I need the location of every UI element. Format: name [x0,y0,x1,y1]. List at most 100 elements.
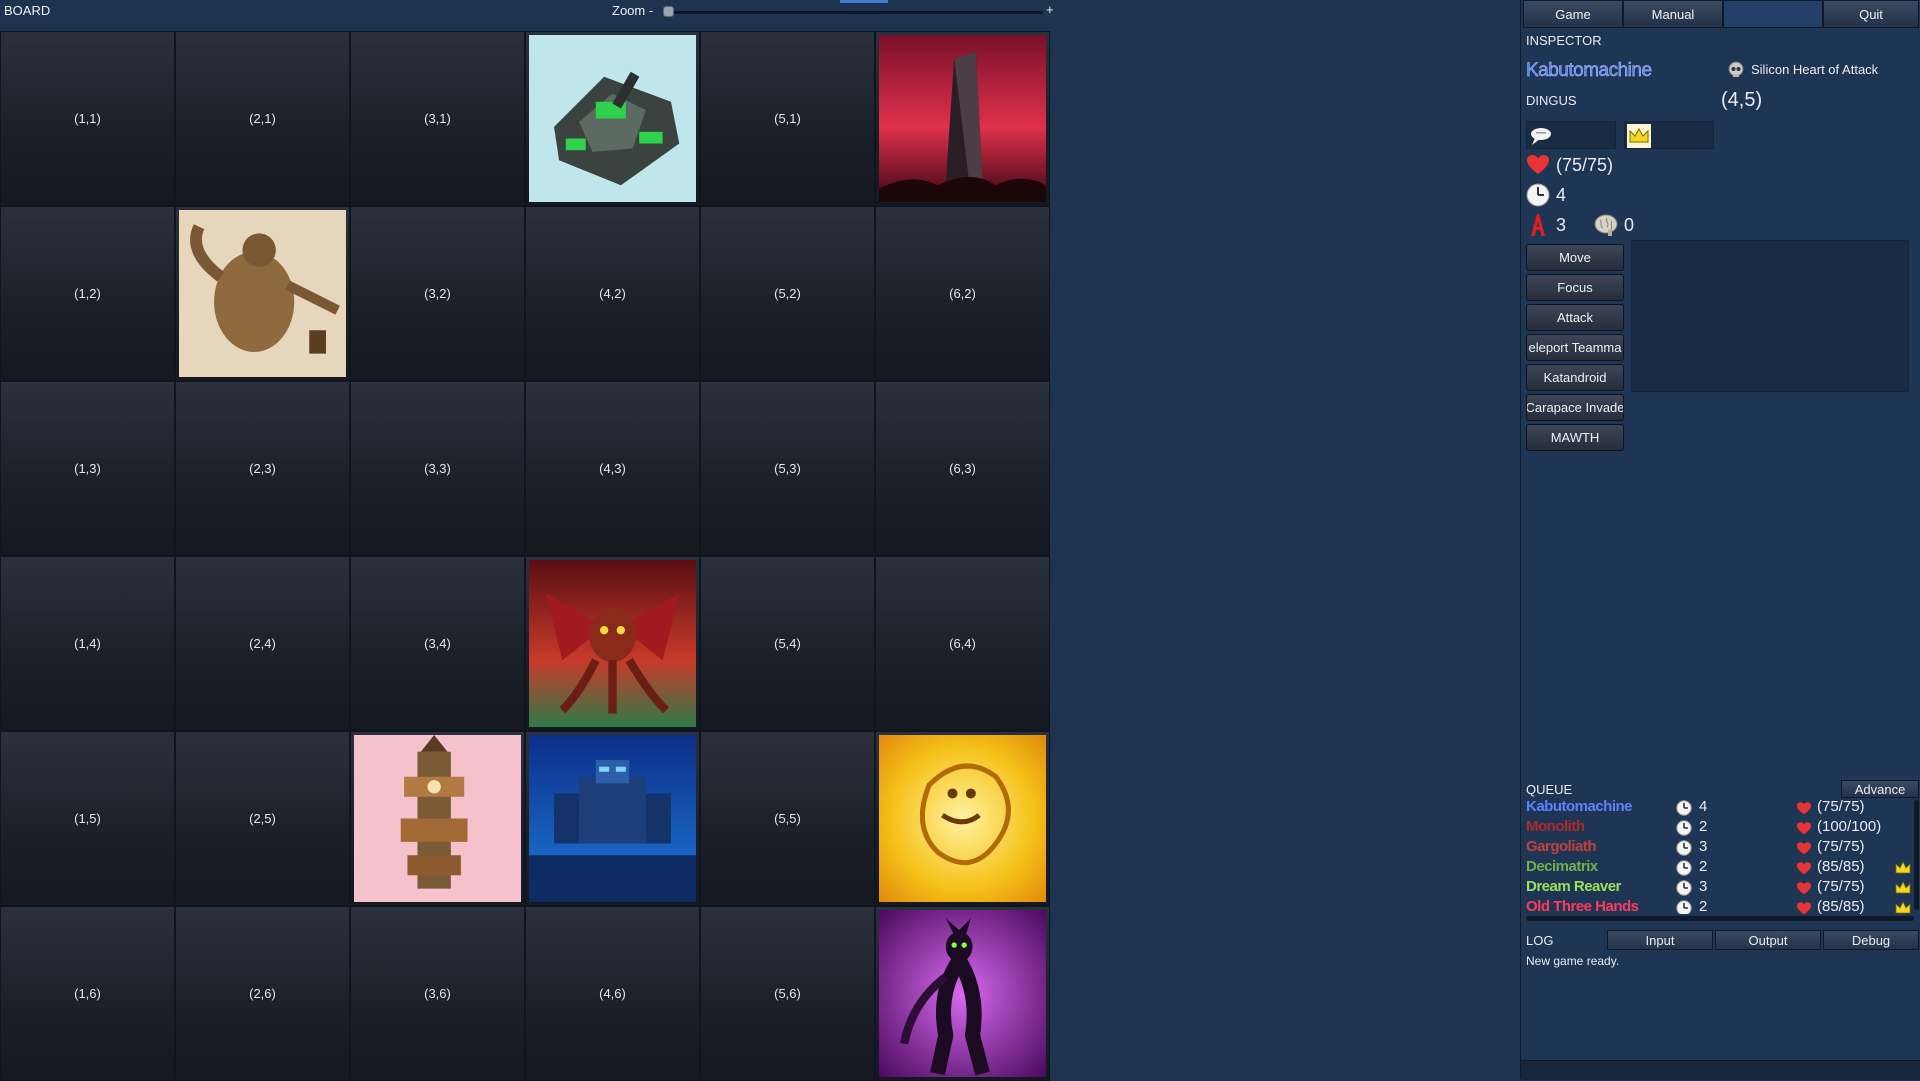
board-cell[interactable] [175,206,350,381]
log-tab-output[interactable]: Output [1715,930,1821,950]
unit-portrait[interactable] [179,210,346,377]
unit-portrait[interactable] [879,910,1046,1077]
action-button[interactable]: Katandroid [1526,364,1624,391]
board-cell[interactable]: (2,4) [175,556,350,731]
action-button[interactable]: Focus [1526,274,1624,301]
board-cell[interactable]: (3,1) [350,31,525,206]
board-cell[interactable]: (2,3) [175,381,350,556]
board-cell[interactable]: (4,3) [525,381,700,556]
top-marker [840,0,888,3]
board-cell[interactable]: (4,6) [525,906,700,1081]
board-cell[interactable]: (3,3) [350,381,525,556]
tab-manual[interactable]: Manual [1623,0,1723,28]
zoom-slider[interactable] [665,11,1043,14]
tab-blank[interactable] [1723,0,1823,28]
clock-icon [1676,840,1692,856]
board-cell[interactable]: (5,1) [700,31,875,206]
board-cell[interactable]: (3,2) [350,206,525,381]
tab-quit[interactable]: Quit [1823,0,1919,28]
log-tab-debug[interactable]: Debug [1823,930,1919,950]
board-cell[interactable]: (1,1) [0,31,175,206]
board-cell[interactable] [350,731,525,906]
attack-value: 3 [1556,214,1567,235]
queue-unit-name: Dream Reaver [1526,878,1621,895]
unit-portrait[interactable] [879,735,1046,902]
queue-row[interactable]: Decimatrix 2 (85/85) [1521,858,1913,878]
item-name: Silicon Heart of Attack [1751,62,1879,77]
cell-coordinate-label: (5,1) [774,111,801,126]
queue-row[interactable]: Monolith 2 (100/100) [1521,818,1913,838]
board-cell[interactable]: (1,2) [0,206,175,381]
cell-coordinate-label: (6,4) [949,636,976,651]
action-button[interactable]: Attack [1526,304,1624,331]
cell-coordinate-label: (2,1) [249,111,276,126]
cell-coordinate-label: (1,2) [74,286,101,301]
board-cell[interactable] [875,731,1050,906]
zoom-slider-thumb[interactable] [663,6,674,17]
cell-coordinate-label: (3,6) [424,986,451,1001]
queue-row[interactable]: Old Three Hands 2 (85/85) [1521,898,1913,914]
queue-row[interactable]: Kabutomachine 4 (75/75) [1521,798,1913,818]
queue-unit-hp: (75/75) [1817,798,1865,815]
speech-bubble-icon [1529,124,1553,148]
initiative-value: 4 [1556,184,1567,205]
action-button[interactable]: MAWTH [1526,424,1624,451]
queue-row[interactable]: Dream Reaver 3 (75/75) [1521,878,1913,898]
board-cell[interactable]: (5,4) [700,556,875,731]
board-cell[interactable] [525,31,700,206]
action-button[interactable]: Move [1526,244,1624,271]
unit-portrait[interactable] [354,735,521,902]
board-cell[interactable]: (5,3) [700,381,875,556]
heart-icon [1796,901,1812,914]
unit-portrait[interactable] [529,560,696,727]
board-cell[interactable] [875,31,1050,206]
log-tab-input[interactable]: Input [1607,930,1713,950]
board-cell[interactable]: (2,6) [175,906,350,1081]
board-cell[interactable]: (2,5) [175,731,350,906]
unit-portrait[interactable] [879,35,1046,202]
board-cell[interactable]: (5,5) [700,731,875,906]
heart-icon [1796,841,1812,855]
board-cell[interactable]: (6,2) [875,206,1050,381]
log-message: New game ready. [1526,954,1620,968]
board-cell[interactable] [875,906,1050,1081]
cell-coordinate-label: (4,3) [599,461,626,476]
board-cell[interactable]: (3,6) [350,906,525,1081]
board-cell[interactable]: (4,2) [525,206,700,381]
board-cell[interactable]: (5,2) [700,206,875,381]
unit-class: DINGUS [1526,93,1577,108]
action-button[interactable]: Carapace Invade [1526,394,1624,421]
board-cell[interactable]: (1,5) [0,731,175,906]
tab-game[interactable]: Game [1523,0,1623,28]
speech-slot[interactable] [1526,121,1616,149]
board-title: BOARD [4,3,51,18]
heart-icon [1796,821,1812,835]
queue-title: QUEUE [1526,782,1573,797]
cell-coordinate-label: (1,6) [74,986,101,1001]
queue-horizontal-scrollbar[interactable] [1526,916,1914,921]
board-cell[interactable] [525,556,700,731]
queue-row[interactable]: Gargoliath 3 (75/75) [1521,838,1913,858]
unit-portrait[interactable] [529,35,696,202]
queue-scrollbar[interactable] [1914,800,1919,910]
board-cell[interactable]: (1,4) [0,556,175,731]
action-button[interactable]: eleport Teamma [1526,334,1624,361]
log-input[interactable] [1521,1060,1920,1080]
board-cell[interactable]: (1,3) [0,381,175,556]
initiative-stat: 4 [1526,183,1566,207]
board-cell[interactable]: (6,3) [875,381,1050,556]
unit-portrait[interactable] [529,735,696,902]
queue-list: Kabutomachine 4 (75/75) Monolith 2 (100/100) G… [1521,798,1913,914]
board-cell[interactable]: (2,1) [175,31,350,206]
attack-stat: 3 [1526,213,1566,237]
board-cell[interactable]: (6,4) [875,556,1050,731]
board-header: BOARD Zoom - + [0,0,1054,22]
board-cell[interactable]: (3,4) [350,556,525,731]
brain-icon [1594,213,1618,237]
advance-button[interactable]: Advance [1841,780,1919,798]
board-cell[interactable]: (1,6) [0,906,175,1081]
crown-slot[interactable] [1624,121,1714,149]
board-cell[interactable]: (5,6) [700,906,875,1081]
board-cell[interactable] [525,731,700,906]
clock-icon [1676,820,1692,836]
